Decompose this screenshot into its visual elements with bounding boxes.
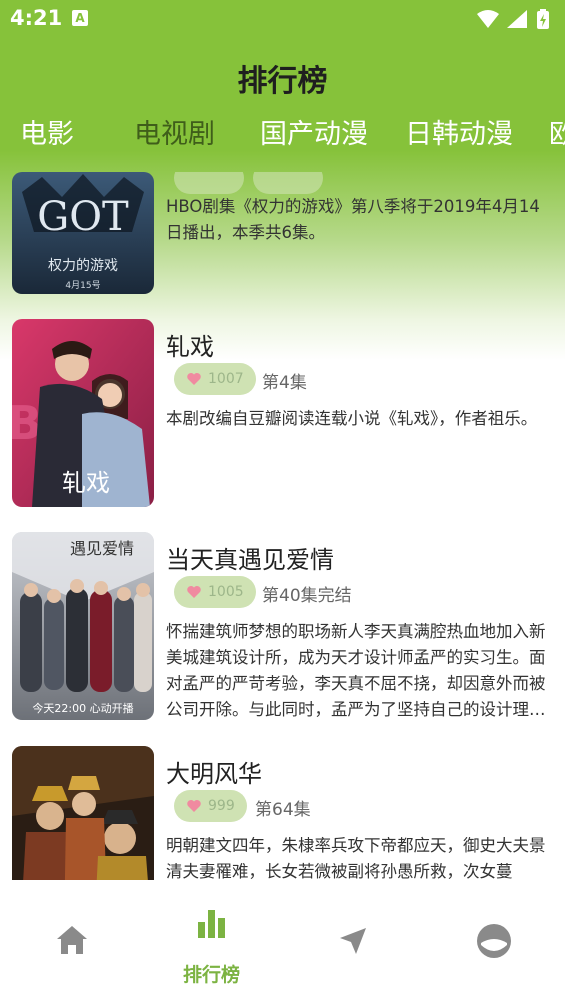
item-title[interactable]: 轧戏 xyxy=(166,327,214,362)
category-tabs: 电影 电视剧 国产动漫 日韩动漫 欧 xyxy=(0,110,565,160)
like-count: 1007 xyxy=(208,371,244,387)
tab-movies[interactable]: 电影 xyxy=(20,110,74,160)
nav-ranking-label: 排行榜 xyxy=(182,964,240,986)
episode-status: 第64集 xyxy=(255,800,311,820)
nav-home[interactable] xyxy=(0,880,141,1004)
like-count: 1005 xyxy=(208,584,244,600)
item-title[interactable]: 大明风华 xyxy=(166,754,262,789)
nav-profile[interactable] xyxy=(423,880,564,1004)
item-title[interactable]: 当天真遇见爱情 xyxy=(166,540,334,575)
like-count: 999 xyxy=(208,798,235,814)
like-badge[interactable]: 1007 xyxy=(174,363,256,395)
bottom-navigation: 排行榜 xyxy=(0,880,565,1004)
like-badge[interactable] xyxy=(174,172,244,194)
ranking-list[interactable]: GOT 权力的游戏 4月15号 HBO剧集《权力的游戏》第八季将于2019年4月… xyxy=(0,172,565,880)
page-title: 排行榜 xyxy=(237,64,328,99)
heart-icon xyxy=(187,586,201,598)
poster-caption: 今天22:00 心动开播 xyxy=(32,701,133,715)
item-description: HBO剧集《权力的游戏》第八季将于2019年4月14日播出，本季共6集。 xyxy=(166,197,540,242)
poster-image: GOT 权力的游戏 4月15号 xyxy=(12,172,154,294)
episode-status: 第4集 xyxy=(262,373,307,393)
status-bar: 4:21 A xyxy=(0,0,565,40)
like-badge[interactable]: 1005 xyxy=(174,576,256,608)
tab-domestic-anime[interactable]: 国产动漫 xyxy=(260,110,368,160)
episode-badge xyxy=(253,172,323,194)
item-description: 明朝建文四年，朱棣率兵攻下帝都应天，御史大夫景清夫妻罹难，长女若微被副将孙愚所救… xyxy=(166,836,546,880)
poster-title-text: GOT xyxy=(37,194,129,240)
signal-icon xyxy=(507,10,527,28)
tab-jp-kr-anime[interactable]: 日韩动漫 xyxy=(405,110,513,160)
poster-image: BE 轧戏 xyxy=(12,319,154,507)
poster-image xyxy=(12,746,154,880)
heart-icon xyxy=(187,373,201,385)
poster-date: 4月15号 xyxy=(65,280,100,291)
poster-subtitle: 权力的游戏 xyxy=(48,258,118,274)
bar-chart-icon xyxy=(198,910,225,938)
tab-western[interactable]: 欧 xyxy=(549,110,565,160)
poster-title-text: 轧戏 xyxy=(62,469,110,497)
heart-icon xyxy=(187,800,201,812)
notification-icon: A xyxy=(72,10,88,26)
like-badge[interactable]: 999 xyxy=(174,790,247,822)
svg-text:遇见爱情: 遇见爱情 xyxy=(70,539,134,558)
battery-icon xyxy=(537,9,549,29)
profile-icon xyxy=(477,924,511,958)
list-item[interactable]: 大明风华 999 第64集 明朝建文四年，朱棣率兵攻下帝都应天，御史大夫景清夫妻… xyxy=(0,746,565,880)
item-description: 怀揣建筑师梦想的职场新人李天真满腔热血地加入新美城建筑设计所，成为天才设计师孟严… xyxy=(166,622,546,719)
status-icons xyxy=(477,9,549,29)
home-icon xyxy=(57,926,87,954)
tab-tv-series[interactable]: 电视剧 xyxy=(134,110,215,160)
item-description: 本剧改编自豆瓣阅读连载小说《轧戏》，作者祖乐。 xyxy=(166,409,538,428)
send-icon xyxy=(340,928,366,954)
status-time: 4:21 xyxy=(10,6,63,30)
poster-image: 遇见爱情 今天22:00 心动开播 xyxy=(12,532,154,720)
wifi-icon xyxy=(477,10,499,28)
list-item[interactable]: GOT 权力的游戏 4月15号 HBO剧集《权力的游戏》第八季将于2019年4月… xyxy=(0,172,565,332)
nav-discover[interactable] xyxy=(282,880,423,1004)
list-item[interactable]: 遇见爱情 今天22:00 心动开播 当天真遇见爱情 1005 第40集完结 怀揣… xyxy=(0,532,565,732)
nav-ranking[interactable]: 排行榜 xyxy=(141,880,282,1004)
list-item[interactable]: BE 轧戏 轧戏 1007 第4集 本剧改编自豆瓣阅读连载小说《轧戏》，作者祖乐… xyxy=(0,319,565,519)
episode-status: 第40集完结 xyxy=(262,586,352,606)
